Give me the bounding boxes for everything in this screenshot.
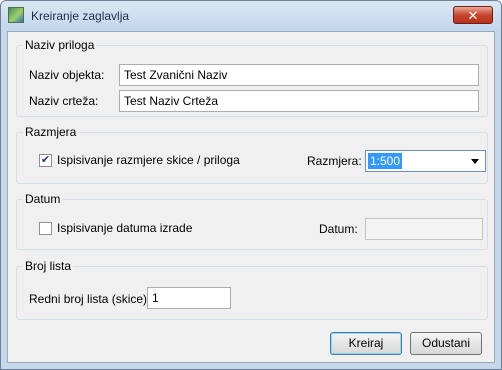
razmjera-select[interactable]: 1:500 xyxy=(365,150,486,172)
close-button[interactable]: ✕ xyxy=(453,6,493,24)
group-broj-lista: Broj lista Redni broj lista (skice): 1 xyxy=(16,259,488,320)
app-icon xyxy=(8,7,24,23)
title-bar[interactable]: Kreiranje zaglavlja ✕ xyxy=(1,1,501,31)
razmjera-select-label: Razmjera: xyxy=(307,154,362,168)
naziv-crteza-input[interactable]: Test Naziv Crteža xyxy=(119,90,479,112)
redni-broj-input[interactable]: 1 xyxy=(147,287,231,309)
naziv-crteza-label: Naziv crteža: xyxy=(29,94,99,108)
razmjera-checkbox-label[interactable]: Ispisivanje razmjere skice / priloga xyxy=(57,153,240,167)
kreiraj-button[interactable]: Kreiraj xyxy=(330,332,402,355)
naziv-objekta-label: Naziv objekta: xyxy=(29,68,105,82)
odustani-button[interactable]: Odustani xyxy=(410,332,482,355)
razmjera-select-value: 1:500 xyxy=(368,153,403,169)
group-title-datum: Datum xyxy=(23,192,63,206)
group-datum: Datum Ispisivanje datuma izrade Datum: xyxy=(16,192,488,250)
dialog-window: Kreiranje zaglavlja ✕ Naziv priloga Nazi… xyxy=(0,0,502,370)
redni-broj-label: Redni broj lista (skice): xyxy=(29,292,151,306)
group-razmjera: Razmjera ✔ Ispisivanje razmjere skice / … xyxy=(16,125,488,184)
group-naziv-priloga: Naziv priloga Naziv objekta: Test Zvanič… xyxy=(16,38,488,117)
razmjera-checkbox[interactable]: ✔ xyxy=(39,154,52,167)
naziv-objekta-input[interactable]: Test Zvanični Naziv xyxy=(119,64,479,86)
datum-checkbox-label[interactable]: Ispisivanje datuma izrade xyxy=(57,221,192,235)
window-title: Kreiranje zaglavlja xyxy=(31,9,130,23)
chevron-down-icon[interactable] xyxy=(471,159,479,164)
group-title-naziv-priloga: Naziv priloga xyxy=(23,38,97,52)
group-title-broj-lista: Broj lista xyxy=(23,259,74,273)
datum-input[interactable] xyxy=(365,218,483,240)
dialog-body: Naziv priloga Naziv objekta: Test Zvanič… xyxy=(7,31,495,363)
datum-checkbox[interactable] xyxy=(39,222,52,235)
datum-field-label: Datum: xyxy=(319,222,358,236)
group-title-razmjera: Razmjera xyxy=(23,125,79,139)
